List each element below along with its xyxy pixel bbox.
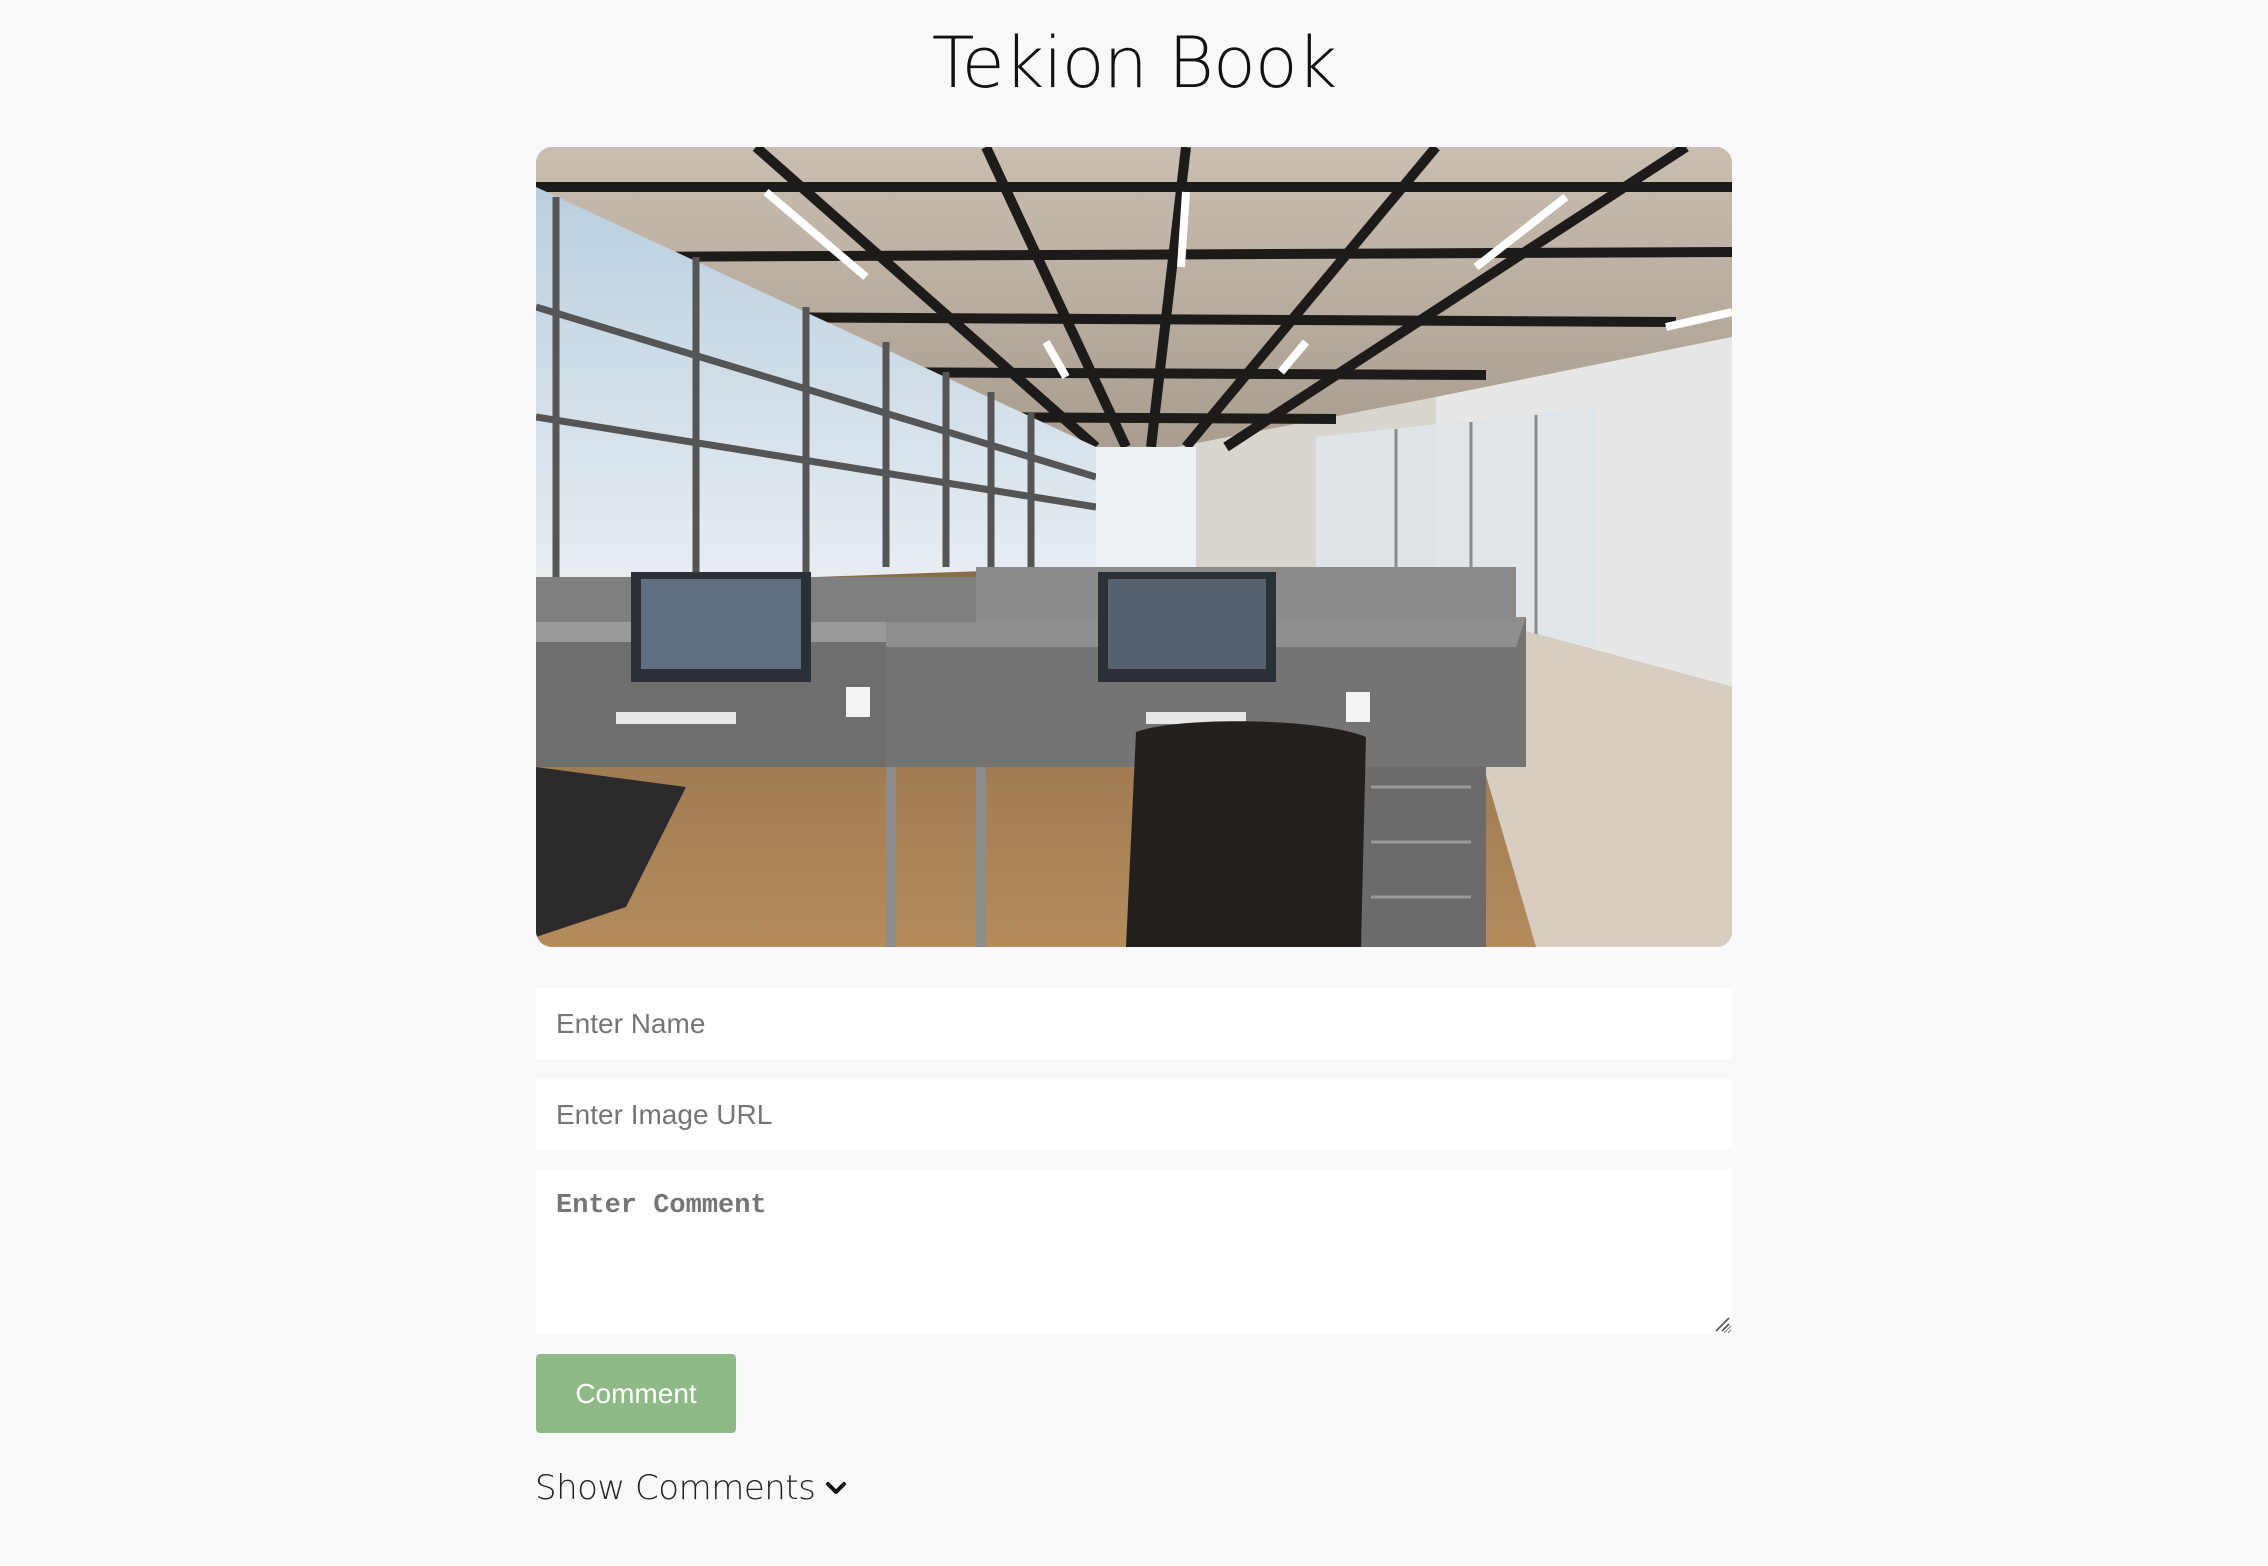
chevron-down-icon: [826, 1482, 847, 1494]
office-image: [536, 147, 1732, 947]
show-comments-label: Show Comments: [535, 1468, 816, 1508]
page-title: Tekion Book: [931, 22, 1337, 104]
page: Tekion Book Enter Name Enter Image URL E…: [0, 0, 2268, 1566]
image-url-input[interactable]: [536, 1079, 1732, 1150]
resize-handle-icon[interactable]: [1714, 1316, 1730, 1332]
comment-button[interactable]: Comment: [536, 1354, 736, 1433]
name-input[interactable]: [536, 988, 1732, 1059]
show-comments-toggle[interactable]: Show Comments: [535, 1468, 847, 1508]
comment-textarea[interactable]: [536, 1169, 1732, 1334]
